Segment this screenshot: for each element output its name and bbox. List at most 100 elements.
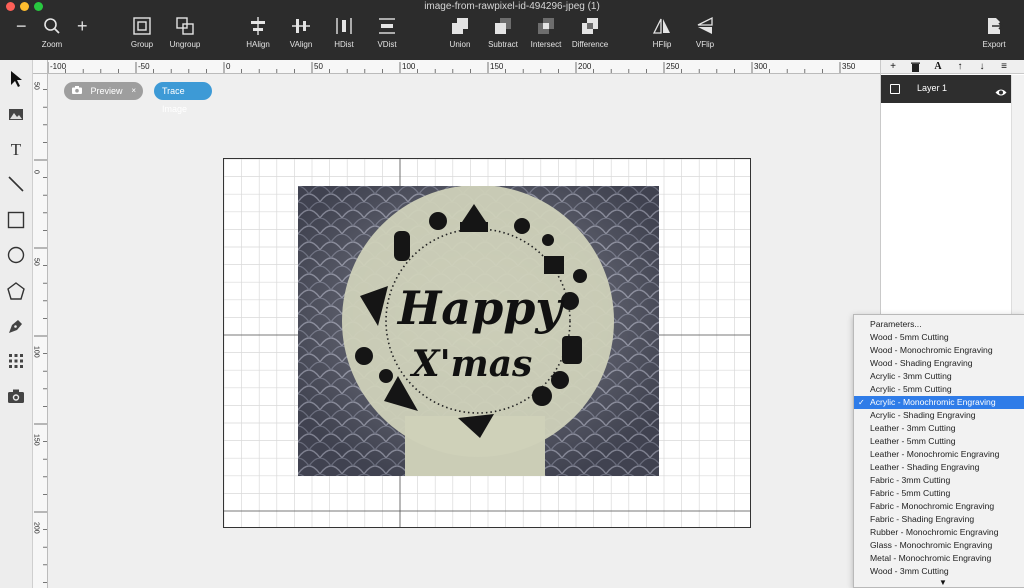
dropdown-option-label: Fabric - 3mm Cutting — [870, 475, 951, 485]
dropdown-option[interactable]: Wood - Shading Engraving — [854, 357, 1024, 370]
ruler-label: 0 — [226, 62, 231, 71]
text-tool[interactable]: T — [6, 139, 26, 159]
zoom-button[interactable]: Zoom — [28, 16, 76, 56]
dropdown-option[interactable]: Wood - 3mm Cutting — [854, 565, 1024, 578]
hdist-button[interactable]: HDist — [320, 16, 368, 56]
layer-name: Layer 1 — [917, 83, 948, 93]
text-layer-icon[interactable]: A — [927, 60, 949, 74]
ruler-label: 200 — [578, 62, 592, 71]
menu-icon[interactable]: ≡ — [993, 60, 1015, 74]
dropdown-option-label: Leather - 3mm Cutting — [870, 423, 956, 433]
dropdown-option[interactable]: Fabric - Monochromic Engraving — [854, 500, 1024, 513]
scroll-down-icon[interactable]: ▼ — [939, 578, 947, 587]
export-label: Export — [982, 40, 1006, 49]
dropdown-option[interactable]: Acrylic - Shading Engraving — [854, 409, 1024, 422]
layer-checkbox[interactable] — [890, 84, 900, 94]
difference-button[interactable]: Difference — [566, 16, 614, 56]
dropdown-option-label: Fabric - Shading Engraving — [870, 514, 975, 524]
dropdown-option[interactable]: Wood - 5mm Cutting — [854, 331, 1024, 344]
dropdown-option[interactable]: Glass - Monochromic Engraving — [854, 539, 1024, 552]
eye-icon[interactable] — [995, 84, 1007, 102]
image-tool[interactable] — [6, 104, 26, 124]
hflip-icon — [652, 18, 670, 34]
dropdown-option[interactable]: Wood - Monochromic Engraving — [854, 344, 1024, 357]
vflip-button[interactable]: VFlip — [681, 16, 729, 56]
group-icon — [133, 17, 151, 35]
parameters-dropdown[interactable]: ▼ Parameters... Wood - 5mm Cutting Wood - … — [853, 314, 1024, 588]
dropdown-option-label: Parameters... — [870, 319, 922, 329]
dropdown-option[interactable]: Leather - 3mm Cutting — [854, 422, 1024, 435]
delete-layer-icon[interactable] — [904, 60, 926, 74]
vdist-button[interactable]: VDist — [363, 16, 411, 56]
horizontal-ruler: -100 -50 0 50 100 150 200 250 300 350 — [48, 60, 880, 74]
trace-image-button[interactable]: Trace Image — [154, 82, 212, 114]
difference-icon — [582, 18, 598, 34]
dropdown-option-label: Acrylic - 5mm Cutting — [870, 384, 952, 394]
zoom-in-icon[interactable]: + — [77, 16, 88, 37]
grid-tool[interactable] — [6, 351, 26, 371]
dropdown-option[interactable]: Fabric - Shading Engraving — [854, 513, 1024, 526]
dropdown-option-label: Leather - Shading Engraving — [870, 462, 980, 472]
zoom-out-icon[interactable]: − — [16, 16, 27, 37]
ruler-label: 50 — [33, 258, 40, 266]
polygon-tool[interactable] — [6, 281, 26, 301]
magnifier-icon — [44, 18, 60, 34]
ungroup-button[interactable]: Ungroup — [161, 16, 209, 56]
window-title: image-from-rawpixel-id-494296-jpeg (1) — [424, 1, 600, 12]
canvas[interactable]: Preview × Trace Image Happy X'mas — [48, 74, 880, 588]
toolbar: image-from-rawpixel-id-494296-jpeg (1) −… — [0, 0, 1024, 60]
pen-tool[interactable] — [6, 316, 26, 336]
valign-button[interactable]: VAlign — [277, 16, 325, 56]
ruler-label: 250 — [666, 62, 680, 71]
subtract-button[interactable]: Subtract — [479, 16, 527, 56]
dropdown-option[interactable]: Acrylic - 3mm Cutting — [854, 370, 1024, 383]
move-down-icon[interactable]: ↓ — [971, 60, 993, 74]
line-tool[interactable] — [6, 174, 26, 194]
dropdown-option-label: Wood - Shading Engraving — [870, 358, 973, 368]
ellipse-icon — [7, 246, 25, 264]
camera-tool[interactable] — [6, 386, 26, 406]
subtract-label: Subtract — [488, 40, 518, 49]
dropdown-option[interactable]: Parameters... — [854, 318, 1024, 331]
add-layer-icon[interactable]: + — [882, 60, 904, 74]
artwork-text-xmas: X'mas — [410, 343, 533, 385]
dropdown-option-label: Metal - Monochromic Engraving — [870, 553, 992, 563]
halign-button[interactable]: HAlign — [234, 16, 282, 56]
dropdown-option[interactable]: Acrylic - 5mm Cutting — [854, 383, 1024, 396]
dropdown-option[interactable]: Fabric - 3mm Cutting — [854, 474, 1024, 487]
checkmark-icon: ✓ — [858, 398, 865, 407]
group-button[interactable]: Group — [118, 16, 166, 56]
export-button[interactable]: Export — [970, 16, 1018, 56]
work-area[interactable]: Happy X'mas — [223, 158, 751, 528]
dropdown-option[interactable]: ✓ Acrylic - Monochromic Engraving — [854, 396, 1024, 409]
layer-item[interactable]: Layer 1 — [881, 75, 1011, 103]
vdist-label: VDist — [377, 40, 397, 49]
dropdown-option[interactable]: Leather - 5mm Cutting — [854, 435, 1024, 448]
dropdown-option[interactable]: Leather - Shading Engraving — [854, 461, 1024, 474]
camera-icon — [72, 82, 82, 100]
dropdown-option[interactable]: Fabric - 5mm Cutting — [854, 487, 1024, 500]
layers-scrollbar[interactable] — [1011, 75, 1024, 315]
dropdown-option-label: Fabric - Monochromic Engraving — [870, 501, 995, 511]
ruler-label: 300 — [754, 62, 768, 71]
dropdown-option[interactable]: Leather - Monochromic Engraving — [854, 448, 1024, 461]
dropdown-option[interactable]: Metal - Monochromic Engraving — [854, 552, 1024, 565]
ruler-label: 150 — [33, 434, 40, 446]
image-icon — [9, 109, 23, 120]
intersect-button[interactable]: Intersect — [522, 16, 570, 56]
union-button[interactable]: Union — [436, 16, 484, 56]
preview-button[interactable]: Preview × — [64, 82, 143, 100]
select-tool[interactable] — [6, 69, 26, 89]
hdist-icon — [336, 18, 352, 34]
layers-toolbar: + A ↑ ↓ ≡ — [881, 60, 1024, 74]
dropdown-option-label: Rubber - Monochromic Engraving — [870, 527, 999, 537]
subtract-icon — [495, 18, 511, 34]
imported-image[interactable]: Happy X'mas — [298, 186, 659, 476]
dropdown-option[interactable]: Rubber - Monochromic Engraving — [854, 526, 1024, 539]
halign-label: HAlign — [246, 40, 270, 49]
hflip-button[interactable]: HFlip — [638, 16, 686, 56]
preview-close-icon[interactable]: × — [131, 82, 136, 100]
ellipse-tool[interactable] — [6, 245, 26, 265]
move-up-icon[interactable]: ↑ — [949, 60, 971, 74]
rectangle-tool[interactable] — [6, 210, 26, 230]
